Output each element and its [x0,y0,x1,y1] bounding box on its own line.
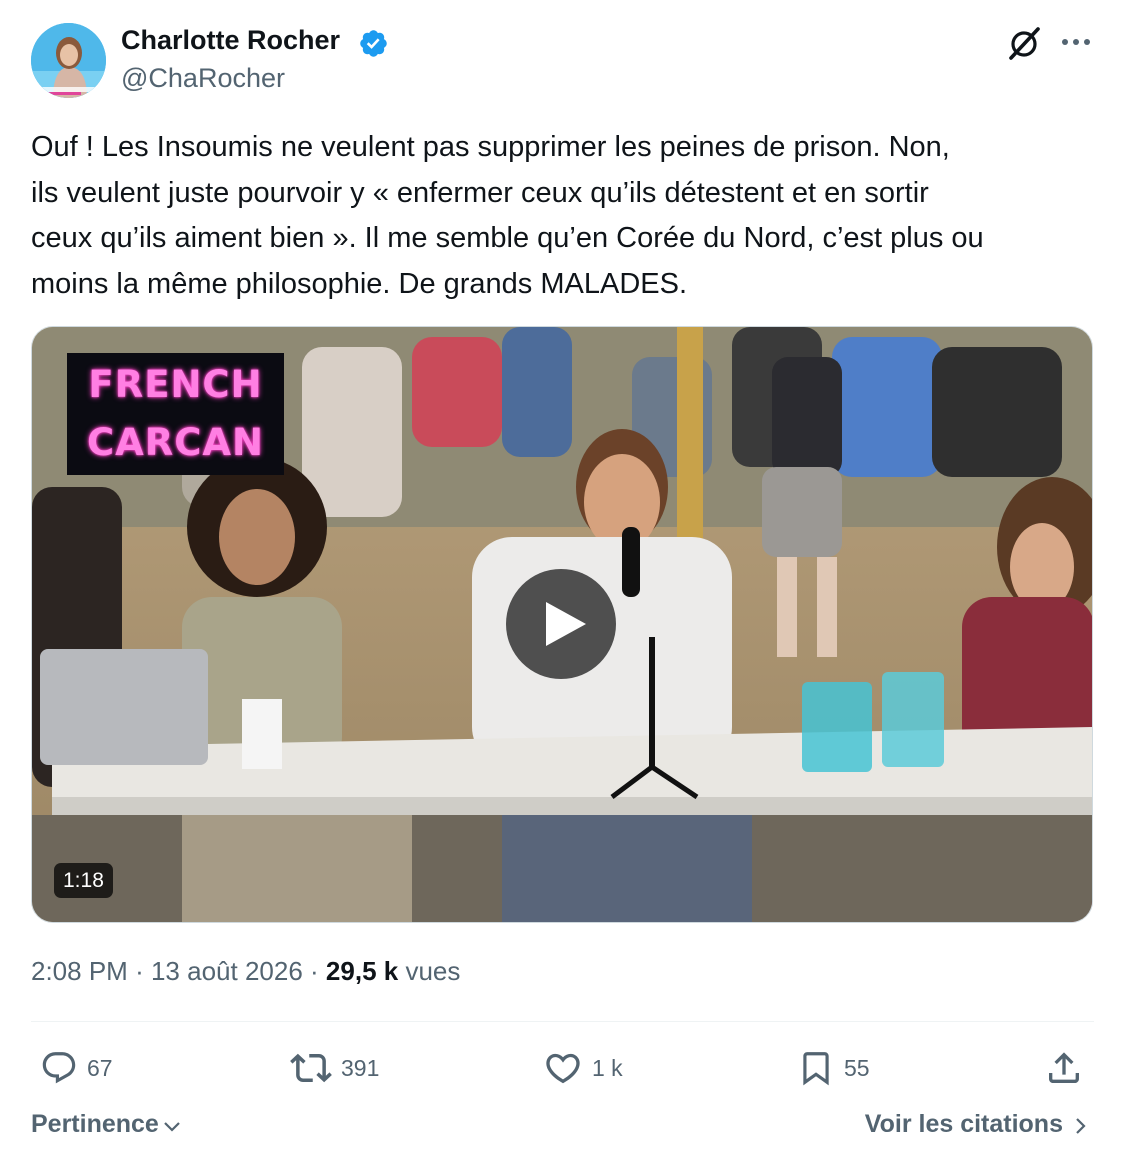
verified-badge-icon [358,28,389,59]
retweet-button[interactable]: 391 [290,1046,379,1090]
reply-count: 67 [87,1054,113,1081]
chevron-down-icon [164,1121,180,1132]
heart-icon [546,1053,580,1084]
like-count: 1 k [592,1054,623,1081]
bookmark-button[interactable]: 55 [797,1046,870,1090]
sort-dropdown[interactable]: Pertinence [31,1110,183,1139]
channel-logo: FRENCH CARCAN [67,353,284,475]
video-player[interactable]: FRENCH CARCAN 1:18 [31,326,1093,923]
tweet-time[interactable]: 2:08 PM [31,956,128,986]
meta-separator: · [135,956,144,986]
reply-icon [42,1052,76,1084]
play-button[interactable] [506,569,616,679]
reply-button[interactable]: 67 [40,1046,113,1090]
video-duration: 1:18 [54,863,113,898]
bookmark-count: 55 [844,1054,870,1081]
logo-line-2: CARCAN [86,421,265,464]
tweet-meta: 2:08 PM · 13 août 2026 · 29,5 k vues [31,956,460,987]
tweet-text: Ouf ! Les Insoumis ne veulent pas suppri… [31,131,984,300]
author-name[interactable]: Charlotte Rocher [121,25,340,56]
views-label: vues [405,956,461,986]
retweet-count: 391 [341,1054,380,1081]
views-count: 29,5 k [325,956,399,986]
share-button[interactable] [1044,1046,1084,1090]
logo-line-1: FRENCH [88,363,263,406]
retweet-icon [290,1053,332,1083]
meta-separator: · [310,956,319,986]
avatar[interactable] [31,23,106,98]
play-icon [546,602,586,646]
grok-icon[interactable] [1007,25,1043,61]
tweet-date[interactable]: 13 août 2026 [151,956,303,986]
like-button[interactable]: 1 k [543,1046,623,1090]
sort-label: Pertinence [31,1110,159,1138]
avatar-image [31,23,106,98]
divider [31,1021,1094,1022]
chevron-right-icon [1076,1117,1086,1134]
more-icon[interactable] [1057,28,1095,56]
quotes-label: Voir les citations [864,1110,1063,1138]
author-handle[interactable]: @ChaRocher [121,63,285,94]
bookmark-icon [803,1052,829,1086]
share-icon [1049,1052,1079,1083]
view-quotes-link[interactable]: Voir les citations [865,1110,1091,1139]
